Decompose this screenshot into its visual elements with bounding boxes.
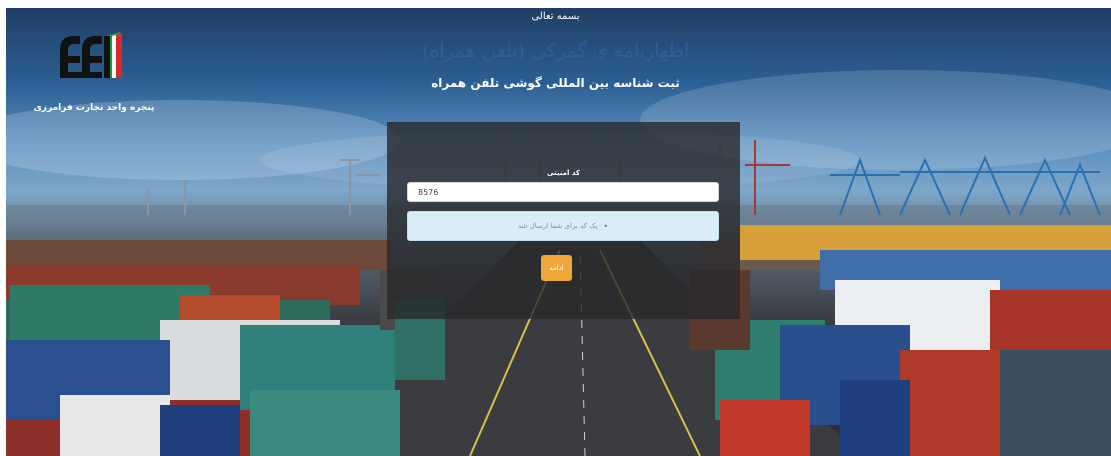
page-title: اظهارنامه ی گمرکی (تلفن همراه) xyxy=(421,40,690,62)
page-subtitle: ثبت شناسه بین المللی گوشی تلفن همراه xyxy=(431,76,680,90)
logo-caption: پنجره واحد تجارت فرامرزی xyxy=(33,103,155,113)
frame-left-border xyxy=(0,0,6,456)
login-page: بسمه تعالی اظهارنامه ی گمرکی (تلفن همراه… xyxy=(0,0,1111,456)
verification-panel: کد امنیتی یک کد برای شما ارسال شد • ادام… xyxy=(387,122,740,319)
invocation-text: بسمه تعالی xyxy=(531,11,580,22)
info-message: یک کد برای شما ارسال شد xyxy=(517,222,598,230)
info-alert: یک کد برای شما ارسال شد • xyxy=(407,211,719,241)
security-code-label: کد امنیتی xyxy=(547,169,580,177)
bullet-icon: • xyxy=(603,221,609,231)
customs-logo-icon xyxy=(60,32,122,78)
continue-button[interactable]: ادامه xyxy=(541,255,572,281)
security-code-input[interactable] xyxy=(407,182,719,202)
frame-top-border xyxy=(0,0,1111,8)
